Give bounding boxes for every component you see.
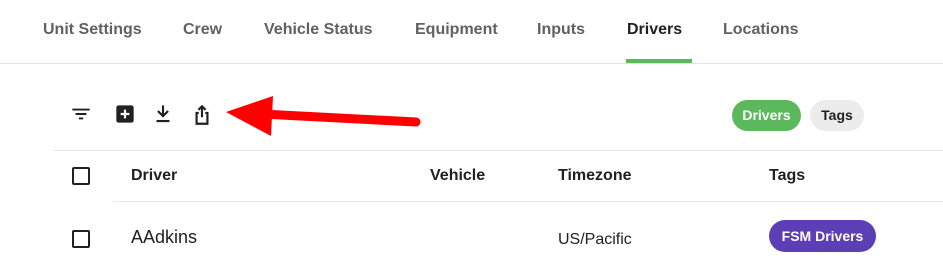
tag-badge[interactable]: FSM Drivers xyxy=(769,220,876,252)
column-header-vehicle[interactable]: Vehicle xyxy=(430,167,485,185)
select-all-checkbox[interactable] xyxy=(72,167,90,185)
driver-name[interactable]: AAdkins xyxy=(131,228,197,247)
column-header-driver[interactable]: Driver xyxy=(131,167,177,185)
row-checkbox[interactable] xyxy=(72,230,90,248)
column-header-timezone[interactable]: Timezone xyxy=(558,167,632,185)
header-divider xyxy=(113,201,943,202)
tags-view-toggle[interactable]: Tags xyxy=(810,100,864,131)
column-header-tags[interactable]: Tags xyxy=(769,167,805,185)
table-top-divider xyxy=(53,150,943,151)
drivers-view-toggle[interactable]: Drivers xyxy=(732,100,801,131)
driver-timezone: US/Pacific xyxy=(558,231,632,248)
